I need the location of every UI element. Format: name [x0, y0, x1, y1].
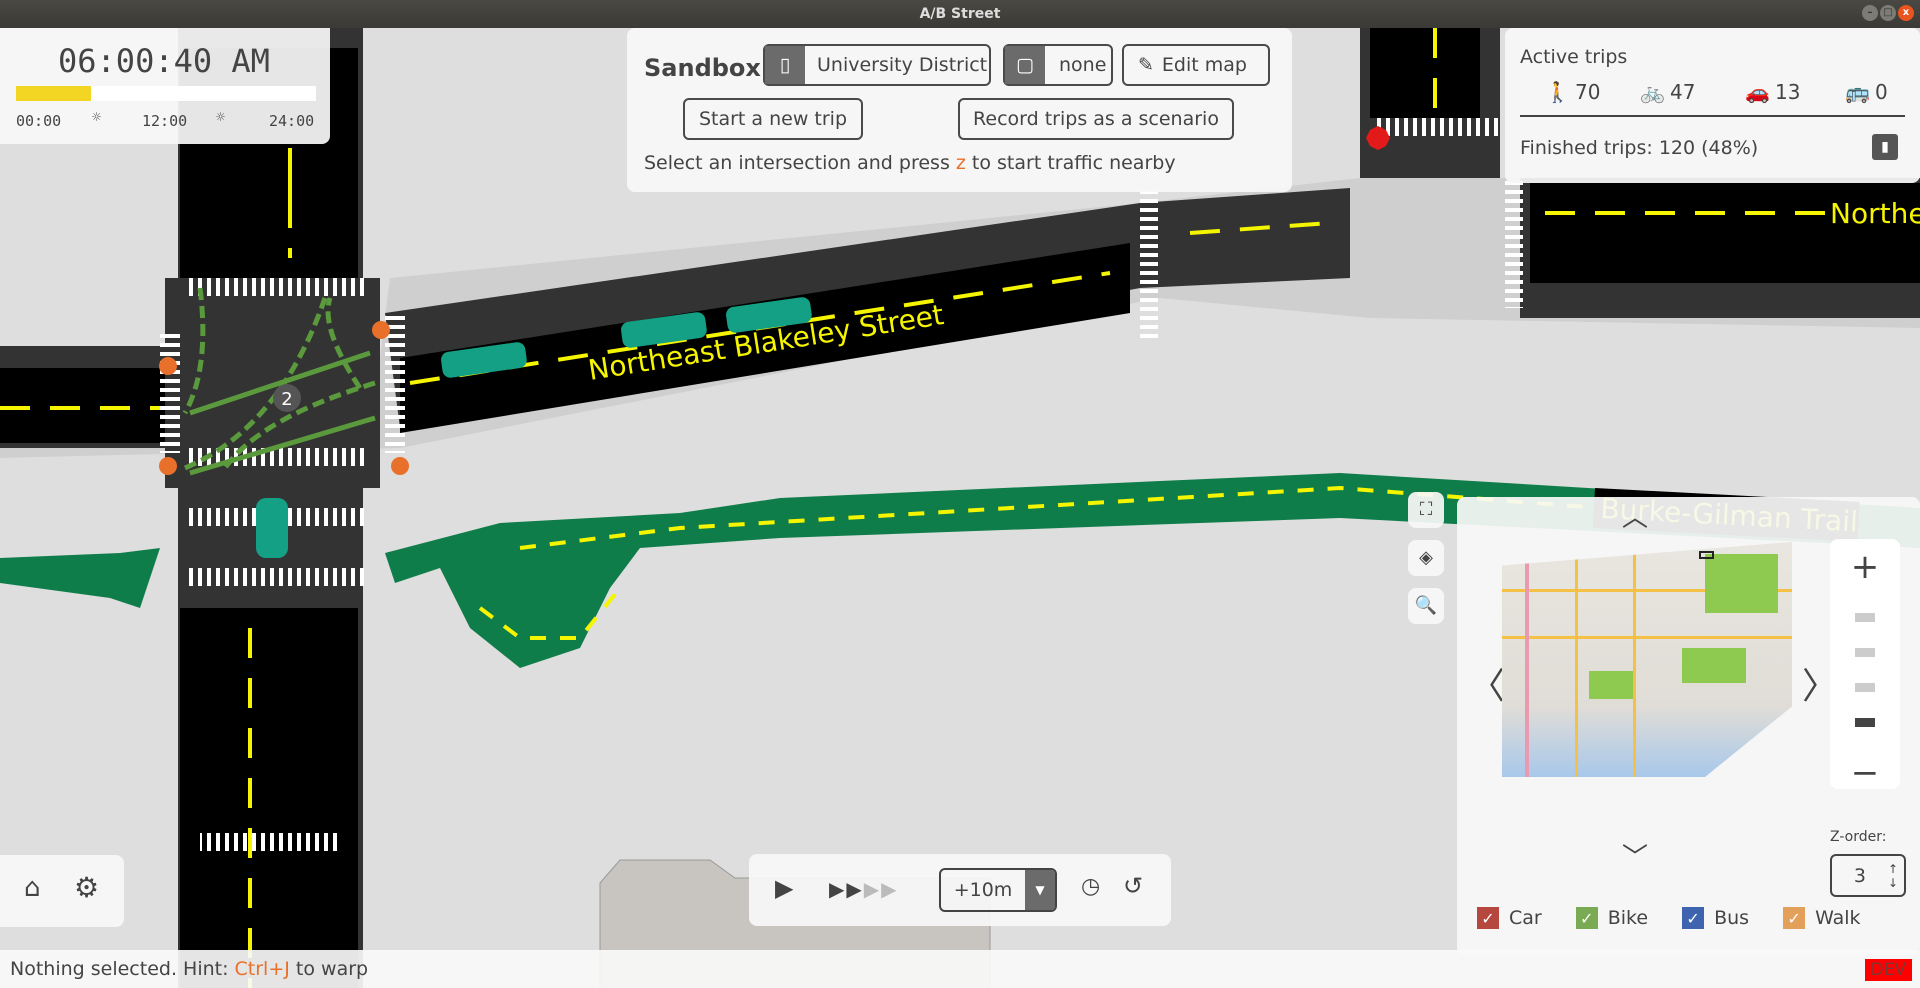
hint-key: z [955, 152, 966, 174]
pan-down-button[interactable]: ﹀ [1622, 837, 1648, 874]
bus-icon: 🚌 [1845, 80, 1870, 104]
speed-panel: ▶ ▶ ▶ ▶ ▶ +10m ▼ ◷ ↺ [749, 854, 1171, 926]
pencil-icon: ✎ [1138, 54, 1154, 76]
pan-up-button[interactable]: ︿ [1622, 497, 1648, 534]
home-button[interactable]: ⌂ [24, 873, 41, 903]
calendar-icon: ▢ [1005, 46, 1045, 84]
zorder-down-icon[interactable]: ↓ [1888, 876, 1898, 890]
step-forward-control[interactable]: +10m ▼ [939, 868, 1057, 912]
layers-icon: ◈ [1419, 547, 1433, 568]
map-icon: ▯ [765, 46, 805, 84]
active-car-count: 13 [1775, 80, 1801, 104]
clock: 06:00:40 AM [58, 42, 270, 80]
bar-chart-icon: ▮ [1881, 139, 1889, 155]
speed-level-2[interactable]: ▶ [846, 877, 861, 901]
pan-left-button[interactable]: 〈 [1469, 657, 1505, 709]
active-bus-count: 0 [1875, 80, 1888, 104]
home-settings-panel: ⌂ ⚙ [0, 855, 124, 927]
road-vertical-south [180, 608, 358, 988]
sunset-icon: ☼ [216, 108, 226, 126]
reset-button[interactable]: ↺ [1123, 872, 1143, 900]
toggle-bike[interactable]: ✓ Bike [1575, 907, 1648, 929]
status-bar: Nothing selected. Hint: Ctrl+J to warp D… [0, 950, 1920, 988]
zoom-out-button[interactable]: − [1830, 753, 1900, 793]
window-title: A/B Street [919, 6, 1001, 22]
minimap-viewport[interactable] [1699, 551, 1715, 560]
intersection-badge: 2 [281, 389, 292, 410]
window-titlebar: A/B Street – □ x [0, 0, 1920, 28]
road-ne-lanes [1370, 28, 1480, 118]
scenario-select-button[interactable]: ▢ none [1003, 44, 1113, 86]
zorder-label: Z-order: [1830, 829, 1887, 845]
active-trips-title: Active trips [1520, 46, 1628, 68]
search-button[interactable]: 🔍 [1408, 588, 1444, 624]
pedestrian-icon: 🚶 [1545, 80, 1570, 104]
trips-divider [1520, 115, 1905, 117]
zoom-controls: + − [1830, 539, 1900, 793]
zoom-level-bars [1830, 613, 1900, 727]
sandbox-hint: Select an intersection and press z to st… [644, 152, 1176, 174]
start-new-trip-button[interactable]: Start a new trip [683, 98, 863, 140]
car-checkbox[interactable]: ✓ [1477, 907, 1499, 929]
zoom-level-3[interactable] [1855, 683, 1875, 692]
active-bike-count: 47 [1670, 80, 1696, 104]
trips-panel: Active trips 🚶 70 🚲 47 🚗 13 🚌 0 Finished… [1505, 28, 1920, 183]
map-canvas[interactable]: 2 Burke-Gilman Trail Northeast Blakeley … [0, 28, 1920, 988]
bus-checkbox[interactable]: ✓ [1682, 907, 1705, 929]
zorder-value: 3 [1853, 864, 1867, 887]
speed-level-1[interactable]: ▶ [829, 877, 844, 901]
warp-hotkey: Ctrl+J [234, 958, 290, 980]
settings-button[interactable]: ⚙ [74, 871, 99, 904]
minimap-panel: ︿ 〈 〉 ﹀ + − Z-order: 3 ↑ ↓ ✓ Car ✓ Bike … [1457, 497, 1920, 955]
toggle-bus[interactable]: ✓ Bus [1682, 907, 1749, 929]
map-select-button[interactable]: ▯ University District [763, 44, 991, 86]
jump-to-time-button[interactable]: ◷ [1081, 874, 1100, 899]
zorder-spinner[interactable]: 3 ↑ ↓ [1830, 854, 1906, 897]
active-walk-count: 70 [1575, 80, 1601, 104]
day-progress-fill [16, 86, 91, 101]
sandbox-title: Sandbox [644, 54, 761, 82]
street-label-northeast: Northe [1830, 197, 1920, 230]
layers-button[interactable]: ◈ [1408, 540, 1444, 576]
layer-toggles: ✓ Car ✓ Bike ✓ Bus ✓ Walk [1477, 907, 1861, 929]
sunrise-icon: ☼ [92, 108, 102, 126]
bike-checkbox[interactable]: ✓ [1575, 907, 1598, 929]
play-button[interactable]: ▶ [775, 874, 793, 902]
speed-selector: ▶ ▶ ▶ ▶ [829, 877, 897, 901]
time-label-noon: 12:00 [142, 112, 188, 130]
speed-level-4[interactable]: ▶ [881, 877, 896, 901]
toggle-walk[interactable]: ✓ Walk [1783, 907, 1861, 929]
zoom-in-button[interactable]: + [1830, 547, 1900, 587]
step-dropdown-button[interactable]: ▼ [1025, 870, 1055, 910]
fullscreen-icon: ⛶ [1419, 499, 1433, 520]
day-progress-bar [16, 86, 316, 101]
bicycle-icon: 🚲 [1640, 80, 1665, 104]
chart-button[interactable]: ▮ [1872, 134, 1898, 160]
time-label-start: 00:00 [16, 112, 62, 130]
minimize-button[interactable]: – [1862, 5, 1878, 21]
time-panel: 06:00:40 AM 00:00 ☼ 12:00 ☼ 24:00 [0, 28, 330, 144]
record-trips-button[interactable]: Record trips as a scenario [958, 98, 1234, 140]
walk-checkbox[interactable]: ✓ [1783, 907, 1806, 929]
minimap-image[interactable] [1502, 542, 1792, 777]
edit-map-button[interactable]: ✎ Edit map [1122, 44, 1270, 86]
time-label-end: 24:00 [269, 112, 315, 130]
maximize-button[interactable]: □ [1880, 5, 1896, 21]
close-button[interactable]: x [1898, 5, 1914, 21]
zoom-level-2[interactable] [1855, 648, 1875, 657]
dev-badge: DEV [1864, 959, 1912, 981]
toggle-car[interactable]: ✓ Car [1477, 907, 1542, 929]
fullscreen-button[interactable]: ⛶ [1408, 492, 1444, 528]
zoom-level-1[interactable] [1855, 613, 1875, 622]
finished-trips: Finished trips: 120 (48%) [1520, 137, 1759, 159]
search-icon: 🔍 [1414, 595, 1438, 616]
speed-level-3[interactable]: ▶ [864, 877, 879, 901]
zorder-up-icon[interactable]: ↑ [1888, 862, 1898, 876]
sandbox-panel: Sandbox ▯ University District ▢ none ✎ E… [627, 28, 1292, 192]
car-icon: 🚗 [1745, 80, 1770, 104]
step-value[interactable]: +10m [941, 870, 1025, 910]
zoom-level-4[interactable] [1855, 718, 1875, 727]
